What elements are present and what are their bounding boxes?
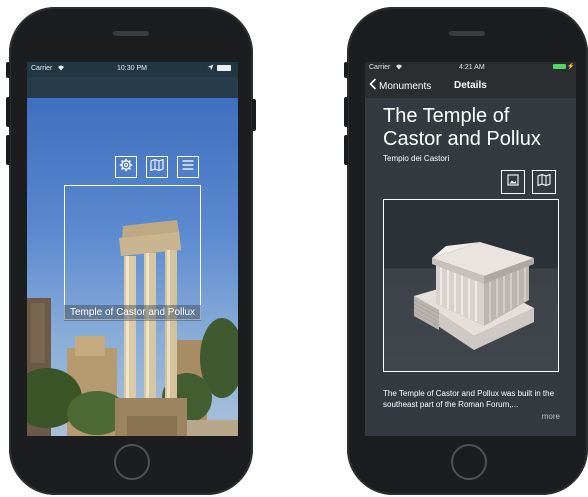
wifi-icon <box>57 64 65 73</box>
speaker-grille <box>449 31 485 36</box>
monument-subtitle: Tempio dei Castori <box>383 154 450 163</box>
charging-icon: ⚡ <box>567 64 575 70</box>
settings-button[interactable] <box>115 156 137 178</box>
recognition-frame[interactable] <box>64 185 201 320</box>
power-button <box>252 99 256 131</box>
speaker-grille <box>113 31 149 36</box>
map-icon <box>150 158 164 177</box>
temple-3d-model-view[interactable] <box>383 199 559 372</box>
image-button[interactable] <box>501 170 525 194</box>
nav-bar <box>27 77 238 98</box>
more-link[interactable]: more <box>542 412 560 421</box>
back-button[interactable]: Monuments <box>369 78 431 94</box>
volume-down-button <box>344 135 348 165</box>
back-label: Monuments <box>379 80 432 92</box>
mute-switch <box>344 62 348 78</box>
monument-title: The Temple of Castor and Pollux <box>383 105 541 150</box>
status-bar: Carrier 10:30 PM <box>27 62 238 77</box>
status-bar: Carrier 4:21 AM ⚡ <box>365 62 576 74</box>
battery-icon <box>553 64 566 69</box>
left-screen: Carrier 10:30 PM Temple of Castor and Po… <box>27 62 238 436</box>
temple-3d-model <box>413 242 534 350</box>
home-button[interactable] <box>114 444 150 480</box>
right-screen: Carrier 4:21 AM ⚡ Monuments Details The … <box>365 62 576 436</box>
battery-icon <box>217 65 231 71</box>
location-icon <box>207 64 214 73</box>
map-button[interactable] <box>146 156 168 178</box>
recognized-monument-label[interactable]: Temple of Castor and Pollux <box>64 305 201 321</box>
chevron-left-icon <box>369 77 377 95</box>
map-button[interactable] <box>532 170 556 194</box>
nav-bar: Monuments Details <box>365 74 576 98</box>
status-time: 4:21 AM <box>459 64 485 71</box>
wifi-icon <box>395 63 403 72</box>
volume-up-button <box>6 97 10 127</box>
carrier-label: Carrier <box>31 65 53 72</box>
gear-icon <box>119 158 133 177</box>
map-icon <box>537 173 551 192</box>
monument-description: The Temple of Castor and Pollux was buil… <box>383 389 555 409</box>
home-button[interactable] <box>451 444 487 480</box>
volume-down-button <box>6 135 10 165</box>
menu-button[interactable] <box>177 156 199 178</box>
volume-up-button <box>344 97 348 127</box>
menu-icon <box>181 158 195 177</box>
mute-switch <box>6 62 10 78</box>
nav-title: Details <box>454 80 487 91</box>
status-time: 10:30 PM <box>117 65 147 72</box>
carrier-label: Carrier <box>369 64 391 71</box>
image-icon <box>506 173 520 192</box>
